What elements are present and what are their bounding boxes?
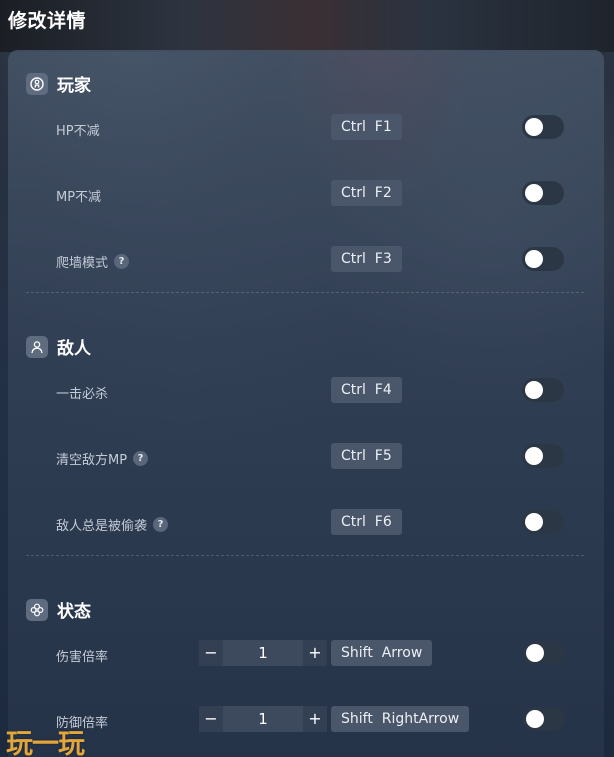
toggle-switch[interactable]: [522, 115, 564, 139]
stepper-value[interactable]: 1: [223, 706, 303, 732]
toggle-switch[interactable]: [522, 181, 564, 205]
cheat-label: 伤害倍率: [56, 650, 109, 665]
hotkey-badge[interactable]: Ctrl F3: [331, 246, 402, 272]
toggle-switch[interactable]: [522, 247, 564, 271]
hotkey-badge[interactable]: Shift Arrow: [331, 640, 433, 666]
toggle-switch[interactable]: [522, 378, 564, 402]
cheat-label: 一击必杀: [56, 387, 109, 402]
toggle-knob: [525, 184, 543, 202]
toggle-knob: [525, 447, 543, 465]
hotkey-badge[interactable]: Ctrl F2: [331, 180, 402, 206]
cheat-label: 敌人总是被偷袭 ?: [56, 515, 169, 534]
cheat-label: 清空敌方MP ?: [56, 449, 149, 468]
stepper-value[interactable]: 1: [223, 640, 303, 666]
toggle-knob: [526, 710, 544, 728]
cheat-row-wallclimb: 爬墙模式 ? Ctrl F3: [0, 246, 614, 276]
cheat-label: HP不减: [56, 124, 100, 139]
toggle-knob: [525, 381, 543, 399]
cheat-label: 爬墙模式 ?: [56, 252, 130, 271]
cheat-row-onehit: 一击必杀 Ctrl F4: [0, 377, 614, 407]
toggle-knob: [525, 250, 543, 268]
section-header-status: 状态: [26, 597, 91, 622]
status-icon: [26, 598, 48, 621]
hotkey-badge[interactable]: Ctrl F6: [331, 509, 402, 535]
decrement-button[interactable]: −: [199, 640, 223, 666]
background-banner: [0, 0, 614, 52]
toggle-switch[interactable]: [523, 707, 565, 731]
page-title: 修改详情: [8, 10, 87, 32]
section-title-status: 状态: [57, 602, 91, 622]
cheat-row-always-ambushed: 敌人总是被偷袭 ? Ctrl F6: [0, 509, 614, 539]
enemy-icon: [26, 335, 48, 358]
cheat-row-mp: MP不减 Ctrl F2: [0, 180, 614, 210]
cheat-row-defense-multiplier: 防御倍率 − 1 + Shift RightArrow: [0, 706, 614, 736]
help-icon[interactable]: ?: [114, 254, 130, 269]
site-watermark-logo: 玩一玩: [6, 729, 85, 757]
section-title-player: 玩家: [57, 76, 91, 96]
hotkey-badge[interactable]: Ctrl F4: [331, 377, 402, 403]
quantity-stepper: − 1 +: [199, 640, 327, 666]
toggle-knob: [525, 513, 543, 531]
cheat-row-clear-enemy-mp: 清空敌方MP ? Ctrl F5: [0, 443, 614, 473]
toggle-knob: [526, 644, 544, 662]
help-icon[interactable]: ?: [153, 517, 169, 532]
toggle-switch[interactable]: [522, 510, 564, 534]
cheat-label: MP不减: [56, 190, 102, 205]
section-title-enemy: 敌人: [57, 339, 91, 359]
increment-button[interactable]: +: [303, 706, 327, 732]
section-header-enemy: 敌人: [26, 334, 91, 359]
hotkey-badge[interactable]: Ctrl F1: [331, 114, 402, 140]
increment-button[interactable]: +: [303, 640, 327, 666]
toggle-knob: [525, 118, 543, 136]
cheat-row-damage-multiplier: 伤害倍率 − 1 + Shift Arrow: [0, 640, 614, 670]
cheat-row-hp: HP不减 Ctrl F1: [0, 114, 614, 144]
section-header-player: 玩家: [26, 71, 91, 96]
help-icon[interactable]: ?: [133, 451, 149, 466]
quantity-stepper: − 1 +: [199, 706, 327, 732]
hotkey-badge[interactable]: Shift RightArrow: [331, 706, 470, 732]
decrement-button[interactable]: −: [199, 706, 223, 732]
hotkey-badge[interactable]: Ctrl F5: [331, 443, 402, 469]
player-icon: [26, 72, 48, 95]
toggle-switch[interactable]: [523, 641, 565, 665]
toggle-switch[interactable]: [522, 444, 564, 468]
section-divider: [26, 292, 584, 293]
section-divider: [26, 555, 584, 556]
